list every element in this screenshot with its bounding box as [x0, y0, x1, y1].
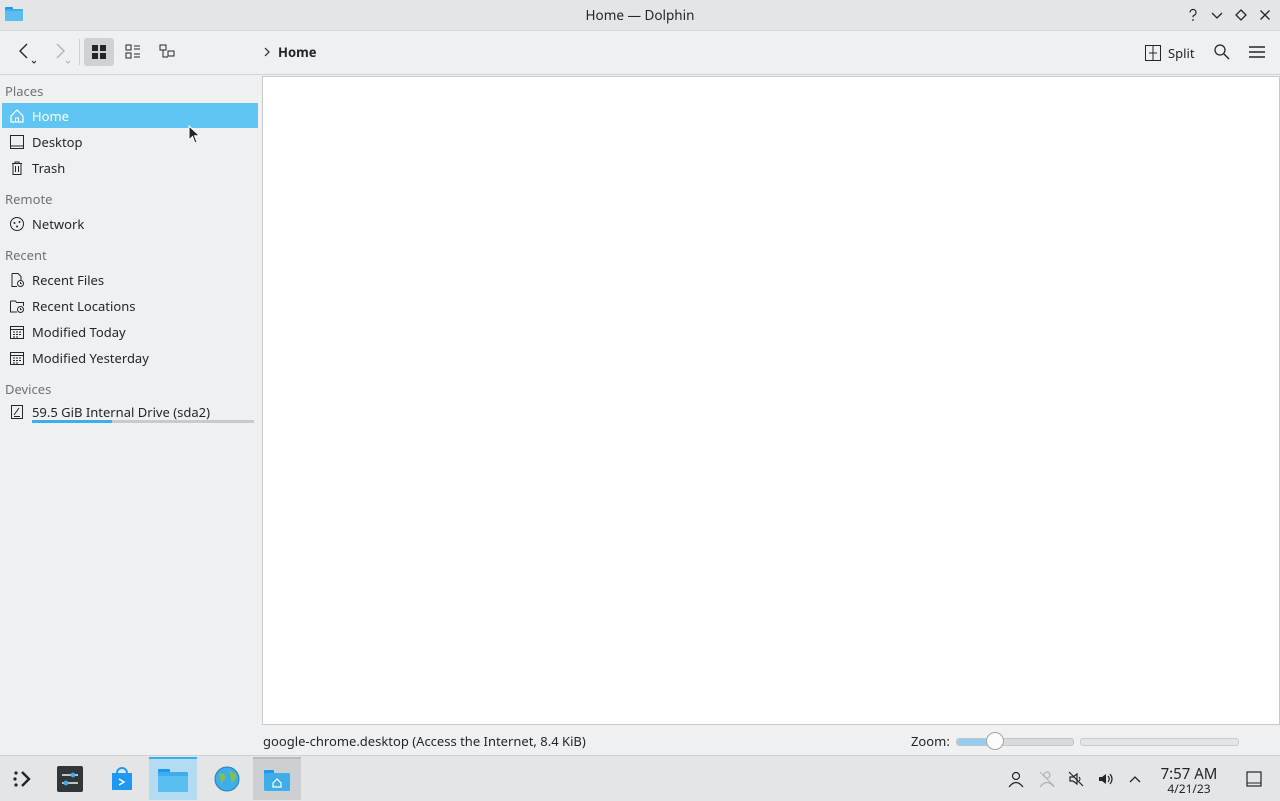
split-label: Split [1168, 44, 1195, 62]
sidebar-item-modified-today[interactable]: Modified Today [2, 319, 258, 344]
window-title: Home — Dolphin [585, 6, 695, 24]
sidebar-item-label: Trash [32, 158, 66, 177]
close-icon[interactable] [1254, 4, 1276, 26]
main-toolbar: Home Split [0, 31, 1280, 75]
sidebar-item-trash[interactable]: Trash [2, 155, 258, 180]
icons-view-icon [92, 45, 106, 59]
user-icon[interactable] [1005, 768, 1027, 790]
settings-app-icon [57, 765, 83, 792]
window-titlebar: Home — Dolphin [0, 0, 1280, 31]
taskbar-discover[interactable] [98, 757, 146, 800]
free-space-bar [1080, 738, 1239, 746]
sidebar-item-label: Recent Locations [32, 296, 136, 315]
volume-icon[interactable] [1095, 768, 1117, 790]
taskbar-web-browser[interactable] [203, 757, 251, 800]
hamburger-menu-icon [1249, 46, 1265, 58]
sidebar-item-label: Modified Today [32, 322, 126, 341]
taskbar-dolphin-window[interactable] [253, 757, 301, 800]
zoom-slider[interactable] [956, 738, 1074, 746]
steamdeck-launcher-icon [13, 770, 31, 787]
network-icon [6, 213, 28, 235]
minimize-icon[interactable] [1206, 4, 1228, 26]
taskbar-dolphin-active[interactable] [149, 757, 197, 800]
taskbar [0, 755, 1280, 801]
system-tray-expand-icon[interactable] [1124, 768, 1146, 790]
split-button[interactable]: Split [1144, 40, 1195, 66]
maximize-icon[interactable] [1230, 4, 1252, 26]
status-text: google-chrome.desktop (Access the Intern… [263, 732, 586, 750]
desktop-icon [6, 131, 28, 153]
drive-usage-bar [32, 420, 254, 423]
home-icon [6, 105, 28, 127]
network-disconnected-icon[interactable] [1036, 768, 1058, 790]
recent-files-icon [6, 269, 28, 291]
discover-store-icon [112, 766, 132, 790]
help-icon[interactable] [1182, 4, 1204, 26]
search-icon [1214, 44, 1230, 60]
microphone-muted-icon[interactable] [1065, 768, 1087, 790]
sidebar-item-desktop[interactable]: Desktop [2, 129, 258, 154]
sidebar-item-network[interactable]: Network [2, 211, 258, 236]
toolbar-separator [79, 39, 80, 65]
sidebar-item-label: Modified Yesterday [32, 348, 149, 367]
dolphin-folder-icon [158, 768, 188, 792]
sidebar-item-modified-yesterday[interactable]: Modified Yesterday [2, 345, 258, 370]
chevron-right-icon [264, 47, 270, 57]
zoom-label: Zoom: [911, 732, 950, 750]
section-devices: Devices [5, 380, 52, 398]
forward-button[interactable] [44, 38, 74, 66]
details-view-icon [159, 44, 175, 58]
breadcrumb-home[interactable]: Home [278, 43, 317, 61]
recent-locations-icon [6, 295, 28, 317]
sidebar-item-label: 59.5 GiB Internal Drive (sda2) [32, 402, 210, 421]
file-view-area[interactable] [262, 76, 1280, 725]
compact-view-icon [125, 44, 140, 59]
section-remote: Remote [5, 190, 53, 208]
app-launcher-button[interactable] [0, 757, 48, 800]
hamburger-menu-button[interactable] [1242, 38, 1272, 66]
home-folder-icon [264, 769, 290, 791]
sidebar-item-label: Network [32, 214, 85, 233]
section-places: Places [5, 82, 44, 100]
sidebar-item-label: Desktop [32, 132, 83, 151]
details-view-button[interactable] [152, 38, 182, 66]
icons-view-button[interactable] [84, 38, 114, 66]
taskbar-system-settings[interactable] [46, 757, 94, 800]
section-recent: Recent [5, 246, 47, 264]
show-desktop-icon[interactable] [1243, 768, 1265, 790]
drive-usage-fill [32, 420, 112, 423]
search-button[interactable] [1207, 38, 1237, 66]
clock-date[interactable]: 4/21/23 [1156, 780, 1222, 797]
calendar-icon [6, 321, 28, 343]
trash-icon [6, 157, 28, 179]
drive-icon [6, 401, 28, 423]
back-button[interactable] [10, 38, 40, 66]
sidebar-item-recent-locations[interactable]: Recent Locations [2, 293, 258, 318]
sidebar-item-label: Recent Files [32, 270, 105, 289]
compact-view-button[interactable] [118, 38, 148, 66]
zoom-slider-handle[interactable] [986, 732, 1004, 750]
split-view-icon [1145, 45, 1161, 61]
globe-icon [214, 766, 240, 791]
sidebar-item-recent-files[interactable]: Recent Files [2, 267, 258, 292]
sidebar-item-label: Home [32, 106, 69, 125]
mouse-cursor-icon [188, 125, 201, 144]
sidebar-item-home[interactable]: Home [2, 103, 258, 128]
breadcrumb[interactable]: Home [262, 43, 317, 61]
calendar-icon [6, 347, 28, 369]
